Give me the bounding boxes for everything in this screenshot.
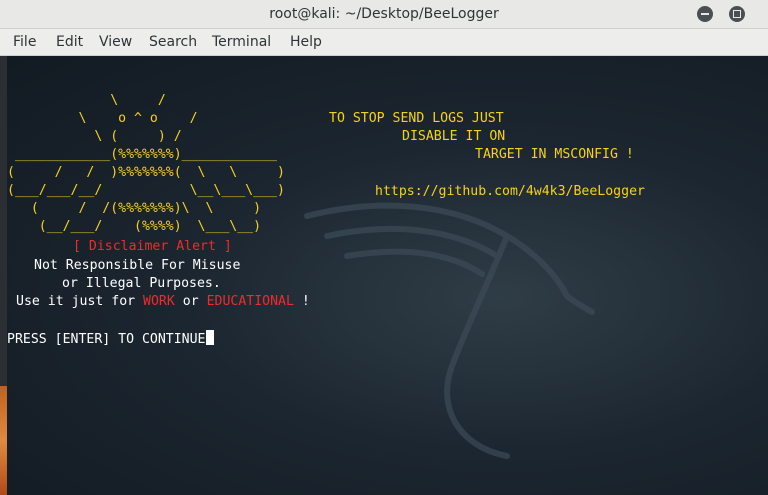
window-title: root@kali: ~/Desktop/BeeLogger — [269, 6, 499, 22]
usage-work: WORK — [143, 294, 175, 309]
text-cursor — [205, 330, 214, 345]
continue-prompt: PRESS [ENTER] TO CONTINUE — [7, 330, 214, 349]
menu-bar: File Edit View Search Terminal Help — [0, 29, 768, 56]
maximize-button[interactable] — [729, 6, 745, 22]
repo-url: https://github.com/4w4k3/BeeLogger — [375, 184, 645, 199]
usage-or: or — [174, 294, 207, 309]
ascii-art-line: \ / — [7, 93, 166, 108]
info-line: TO STOP SEND LOGS JUST — [329, 111, 504, 126]
disclaimer-title: [ Disclaimer Alert ] — [73, 239, 232, 254]
desktop-edge — [0, 56, 7, 495]
ascii-art-line: (___/___/__/ \__\___\___) — [7, 183, 285, 198]
disclaimer-line: Not Responsible For Misuse — [34, 258, 241, 273]
terminal-area[interactable]: \ / \ o ^ o / \ ( ) / ____________(%%%%%… — [7, 56, 768, 495]
disclaimer-line: or Illegal Purposes. — [62, 276, 221, 291]
title-bar[interactable]: root@kali: ~/Desktop/BeeLogger — [0, 0, 768, 29]
menu-terminal[interactable]: Terminal — [212, 29, 271, 55]
ascii-art-line: ____________(%%%%%%%)____________ — [7, 147, 277, 162]
info-line: TARGET IN MSCONFIG ! — [475, 147, 634, 162]
menu-file[interactable]: File — [13, 29, 36, 55]
usage-prefix: Use it just for — [16, 294, 144, 309]
prompt-text: PRESS [ENTER] TO CONTINUE — [7, 332, 206, 347]
usage-line: Use it just for WORK or EDUCATIONAL ! — [16, 293, 310, 311]
kali-dragon-icon — [304, 202, 595, 459]
info-line: DISABLE IT ON — [402, 129, 506, 144]
minimize-button[interactable] — [697, 6, 713, 22]
ascii-art-line: (__/___/ (%%%%) \___\__) — [7, 219, 262, 234]
ascii-art-line: \ ( ) / — [7, 129, 182, 144]
terminal-window: root@kali: ~/Desktop/BeeLogger File Edit… — [0, 0, 768, 495]
menu-help[interactable]: Help — [290, 29, 322, 55]
ascii-art-line: \ o ^ o / — [7, 111, 198, 126]
usage-suffix: ! — [293, 294, 310, 309]
menu-view[interactable]: View — [99, 29, 132, 55]
menu-search[interactable]: Search — [149, 29, 197, 55]
ascii-art-line: ( / /(%%%%%%%)\ \ ) — [7, 201, 262, 216]
ascii-art-line: ( / / )%%%%%%%( \ \ ) — [7, 165, 285, 180]
usage-educational: EDUCATIONAL — [206, 294, 294, 309]
menu-edit[interactable]: Edit — [56, 29, 83, 55]
